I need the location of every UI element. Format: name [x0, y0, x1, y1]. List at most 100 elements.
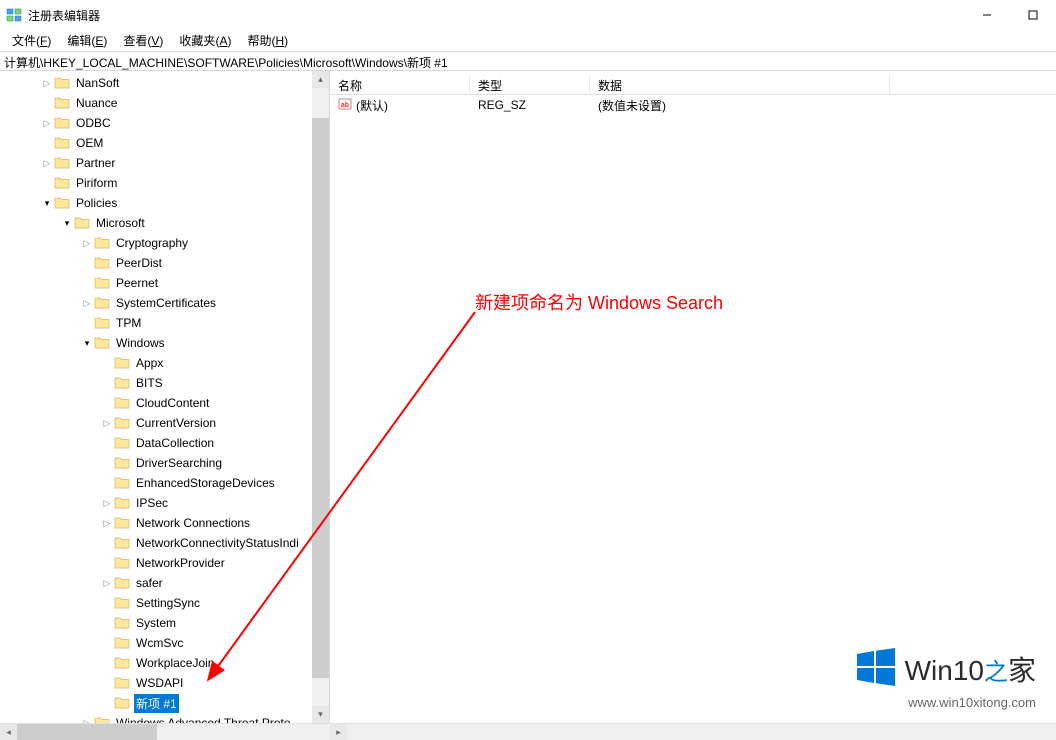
string-value-icon: ab: [338, 97, 352, 114]
tree-node[interactable]: CloudContent: [0, 393, 329, 413]
chevron-right-icon[interactable]: ▷: [100, 518, 114, 529]
folder-icon: [114, 516, 130, 530]
tree-node[interactable]: Nuance: [0, 93, 329, 113]
value-rows: ab(默认)REG_SZ(数值未设置): [330, 95, 1056, 115]
menu-favorites[interactable]: 收藏夹(A): [171, 31, 239, 50]
tree-node[interactable]: ▾Windows: [0, 333, 329, 353]
tree-node-label: BITS: [134, 375, 165, 391]
tree-node[interactable]: ▷Windows Advanced Threat Prote: [0, 713, 329, 723]
scroll-thumb[interactable]: [312, 118, 329, 678]
tree-node[interactable]: Piriform: [0, 173, 329, 193]
tree-node[interactable]: ▷ NanSoft: [0, 73, 329, 93]
tree-node[interactable]: Peernet: [0, 273, 329, 293]
menubar: 文件(F) 编辑(E) 查看(V) 收藏夹(A) 帮助(H): [0, 30, 1056, 51]
tree-hscroll[interactable]: ◂ ▸: [0, 723, 1056, 740]
tree-node[interactable]: NetworkConnectivityStatusIndi: [0, 533, 329, 553]
scroll-right-icon[interactable]: ▸: [330, 724, 347, 740]
folder-icon: [94, 236, 110, 250]
tree-node[interactable]: PeerDist: [0, 253, 329, 273]
tree-node[interactable]: ▷Network Connections: [0, 513, 329, 533]
value-row[interactable]: ab(默认)REG_SZ(数值未设置): [330, 95, 1056, 115]
tree-node-label[interactable]: 新项 #1: [134, 694, 179, 713]
column-headers[interactable]: 名称 类型 数据: [330, 71, 1056, 95]
tree-node[interactable]: ▷CurrentVersion: [0, 413, 329, 433]
chevron-right-icon[interactable]: ▷: [80, 238, 94, 249]
chevron-down-icon[interactable]: ▾: [80, 338, 94, 349]
tree-node-label: Windows Advanced Threat Prote: [114, 715, 293, 723]
menu-edit[interactable]: 编辑(E): [59, 31, 115, 50]
minimize-button[interactable]: [964, 0, 1010, 30]
brand-right: 家: [1008, 649, 1036, 689]
menu-file[interactable]: 文件(F): [4, 31, 59, 50]
menu-help[interactable]: 帮助(H): [239, 31, 296, 50]
column-type[interactable]: 类型: [470, 75, 590, 94]
tree-node[interactable]: ▷safer: [0, 573, 329, 593]
folder-icon: [114, 396, 130, 410]
folder-icon: [54, 196, 70, 210]
tree-node[interactable]: DriverSearching: [0, 453, 329, 473]
tree-node[interactable]: System: [0, 613, 329, 633]
folder-icon: [114, 556, 130, 570]
tree-node[interactable]: EnhancedStorageDevices: [0, 473, 329, 493]
tree-node[interactable]: Appx: [0, 353, 329, 373]
tree-node-label: OEM: [74, 135, 105, 151]
tree-node[interactable]: BITS: [0, 373, 329, 393]
column-data[interactable]: 数据: [590, 75, 890, 94]
svg-text:ab: ab: [341, 102, 349, 109]
chevron-right-icon[interactable]: ▷: [40, 118, 54, 129]
tree-node[interactable]: ▷ODBC: [0, 113, 329, 133]
scroll-up-icon[interactable]: ▴: [312, 71, 329, 88]
tree-node-label: PeerDist: [114, 255, 164, 271]
chevron-right-icon[interactable]: ▷: [100, 498, 114, 509]
address-bar[interactable]: 计算机\HKEY_LOCAL_MACHINE\SOFTWARE\Policies…: [0, 51, 1056, 71]
column-name[interactable]: 名称: [330, 75, 470, 94]
tree-vscroll[interactable]: ▴ ▾: [312, 71, 329, 723]
folder-icon: [114, 456, 130, 470]
tree-node[interactable]: ▷SystemCertificates: [0, 293, 329, 313]
folder-icon: [114, 676, 130, 690]
tree-node[interactable]: WcmSvc: [0, 633, 329, 653]
value-name-cell: ab(默认): [330, 97, 470, 114]
tree-node[interactable]: ▷Partner: [0, 153, 329, 173]
chevron-right-icon[interactable]: ▷: [40, 78, 54, 89]
chevron-right-icon[interactable]: ▷: [100, 578, 114, 589]
scroll-down-icon[interactable]: ▾: [312, 706, 329, 723]
maximize-button[interactable]: [1010, 0, 1056, 30]
chevron-right-icon[interactable]: ▷: [80, 298, 94, 309]
window-controls: [964, 0, 1056, 30]
tree-node[interactable]: DataCollection: [0, 433, 329, 453]
chevron-right-icon[interactable]: ▷: [40, 158, 54, 169]
hscroll-thumb[interactable]: [17, 724, 157, 740]
scroll-left-icon[interactable]: ◂: [0, 724, 17, 740]
tree-node[interactable]: WorkplaceJoin: [0, 653, 329, 673]
chevron-right-icon[interactable]: ▷: [100, 418, 114, 429]
folder-icon: [74, 216, 90, 230]
chevron-down-icon[interactable]: ▾: [60, 218, 74, 229]
tree-node-label: NanSoft: [74, 75, 121, 91]
registry-tree[interactable]: ▷NanSoftNuance▷ODBCOEM▷PartnerPiriform▾P…: [0, 71, 329, 723]
folder-icon: [54, 76, 70, 90]
tree-node[interactable]: ▾Microsoft: [0, 213, 329, 233]
folder-icon: [114, 576, 130, 590]
watermark-brand: Win10之家: [905, 649, 1036, 689]
folder-icon: [114, 476, 130, 490]
tree-node-label: Appx: [134, 355, 165, 371]
folder-icon: [114, 596, 130, 610]
folder-icon: [114, 356, 130, 370]
folder-icon: [54, 156, 70, 170]
tree-node-label: NetworkConnectivityStatusIndi: [134, 535, 301, 551]
chevron-down-icon[interactable]: ▾: [40, 198, 54, 209]
tree-node[interactable]: ▾Policies: [0, 193, 329, 213]
tree-node[interactable]: WSDAPI: [0, 673, 329, 693]
tree-node[interactable]: TPM: [0, 313, 329, 333]
tree-node[interactable]: ▷IPSec: [0, 493, 329, 513]
folder-icon: [114, 436, 130, 450]
tree-node[interactable]: 新项 #1: [0, 693, 329, 713]
menu-view[interactable]: 查看(V): [115, 31, 171, 50]
folder-icon: [114, 656, 130, 670]
tree-node[interactable]: NetworkProvider: [0, 553, 329, 573]
tree-node-label: Peernet: [114, 275, 160, 291]
tree-node[interactable]: SettingSync: [0, 593, 329, 613]
tree-node[interactable]: OEM: [0, 133, 329, 153]
tree-node[interactable]: ▷Cryptography: [0, 233, 329, 253]
